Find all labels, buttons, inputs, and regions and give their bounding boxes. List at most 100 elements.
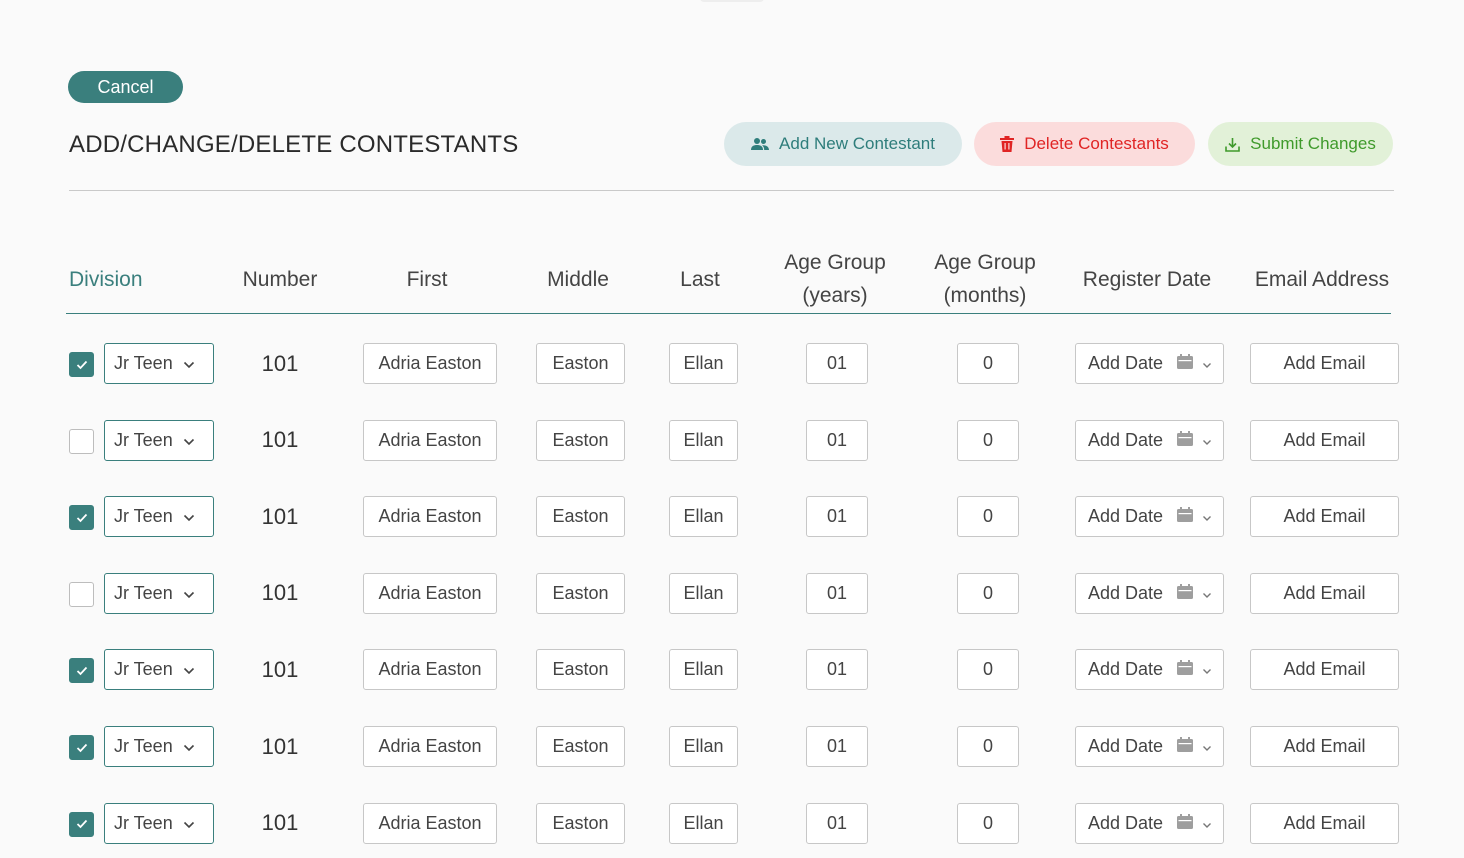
division-select[interactable]: Jr Teen xyxy=(104,649,214,691)
add-email-button[interactable]: Add Email xyxy=(1250,343,1399,384)
register-date-picker[interactable]: Add Date xyxy=(1075,572,1224,614)
cancel-button[interactable]: Cancel xyxy=(68,71,183,103)
register-date-picker[interactable]: Add Date xyxy=(1075,496,1224,538)
chevron-down-icon xyxy=(183,659,195,680)
chevron-down-icon xyxy=(1202,353,1212,374)
add-email-button[interactable]: Add Email xyxy=(1250,726,1399,767)
register-date-picker[interactable]: Add Date xyxy=(1075,649,1224,691)
middle-name-input[interactable]: Easton xyxy=(536,649,625,691)
column-header-division[interactable]: Division xyxy=(69,263,189,296)
middle-name-input[interactable]: Easton xyxy=(536,419,625,461)
contestant-number: 101 xyxy=(261,656,299,682)
first-name-input[interactable]: Adria Easton xyxy=(363,649,497,691)
add-new-contestant-button[interactable]: Add New Contestant xyxy=(724,122,962,166)
age-months-input[interactable]: 0 xyxy=(957,726,1019,767)
register-date-picker[interactable]: Add Date xyxy=(1075,343,1224,384)
last-name-input[interactable]: Ellan xyxy=(669,572,738,614)
age-months-input[interactable]: 0 xyxy=(957,802,1019,844)
middle-name-input[interactable]: Easton xyxy=(536,496,625,538)
age-months-input[interactable]: 0 xyxy=(957,343,1019,384)
register-date-value: Add Date xyxy=(1088,506,1164,527)
column-header-age-years[interactable]: Age Group (years) xyxy=(765,246,905,312)
row-checkbox[interactable] xyxy=(69,658,94,684)
last-name-input[interactable]: Ellan xyxy=(669,496,738,538)
add-new-contestant-label: Add New Contestant xyxy=(779,134,935,153)
column-header-middle[interactable]: Middle xyxy=(528,263,628,296)
first-name-input[interactable]: Adria Easton xyxy=(363,343,497,384)
register-date-picker[interactable]: Add Date xyxy=(1075,419,1224,461)
first-name-input[interactable]: Adria Easton xyxy=(363,496,497,538)
last-name-input[interactable]: Ellan xyxy=(669,419,738,461)
delete-contestants-button[interactable]: Delete Contestants xyxy=(974,122,1195,166)
column-header-age-months-line1: Age Group xyxy=(934,251,1036,274)
age-years-input[interactable]: 01 xyxy=(806,343,868,384)
age-years-input[interactable]: 01 xyxy=(806,726,868,767)
checkmark-icon xyxy=(76,819,87,829)
first-name-input[interactable]: Adria Easton xyxy=(363,419,497,461)
drag-handle xyxy=(700,0,764,2)
middle-name-input[interactable]: Easton xyxy=(536,572,625,614)
column-header-last[interactable]: Last xyxy=(660,263,740,296)
chevron-down-icon xyxy=(183,430,195,451)
division-select[interactable]: Jr Teen xyxy=(104,802,214,844)
age-years-input[interactable]: 01 xyxy=(806,649,868,691)
first-name-input[interactable]: Adria Easton xyxy=(363,572,497,614)
division-value: Jr Teen xyxy=(114,429,173,450)
column-header-register-date[interactable]: Register Date xyxy=(1068,263,1226,296)
chevron-down-icon xyxy=(1202,430,1212,451)
people-icon xyxy=(751,137,770,151)
register-date-picker[interactable]: Add Date xyxy=(1075,802,1224,844)
row-checkbox[interactable] xyxy=(69,735,94,760)
division-select[interactable]: Jr Teen xyxy=(104,726,214,767)
chevron-down-icon xyxy=(183,736,195,757)
first-name-input[interactable]: Adria Easton xyxy=(363,802,497,844)
add-email-button[interactable]: Add Email xyxy=(1250,649,1399,691)
row-checkbox[interactable] xyxy=(69,428,94,454)
row-checkbox[interactable] xyxy=(69,581,94,607)
age-months-input[interactable]: 0 xyxy=(957,496,1019,538)
age-years-input[interactable]: 01 xyxy=(806,419,868,461)
chevron-down-icon xyxy=(1202,583,1212,604)
age-months-input[interactable]: 0 xyxy=(957,649,1019,691)
table-row: Jr Teen 101 Adria Easton Easton Ellan 01… xyxy=(0,496,1464,538)
column-header-first[interactable]: First xyxy=(376,263,478,296)
row-checkbox[interactable] xyxy=(69,811,94,837)
register-date-value: Add Date xyxy=(1088,582,1164,603)
row-checkbox[interactable] xyxy=(69,505,94,531)
chevron-down-icon xyxy=(183,583,195,604)
contestant-number: 101 xyxy=(261,503,299,529)
chevron-down-icon xyxy=(1202,506,1212,527)
age-years-input[interactable]: 01 xyxy=(806,496,868,538)
age-months-input[interactable]: 0 xyxy=(957,419,1019,461)
title-divider xyxy=(69,190,1394,191)
table-row: Jr Teen 101 Adria Easton Easton Ellan 01… xyxy=(0,419,1464,462)
column-header-number[interactable]: Number xyxy=(225,263,335,296)
add-email-button[interactable]: Add Email xyxy=(1250,572,1399,614)
last-name-input[interactable]: Ellan xyxy=(669,343,738,384)
column-header-age-months[interactable]: Age Group (months) xyxy=(915,246,1055,312)
submit-changes-button[interactable]: Submit Changes xyxy=(1208,122,1393,166)
last-name-input[interactable]: Ellan xyxy=(669,726,738,767)
last-name-input[interactable]: Ellan xyxy=(669,649,738,691)
add-email-button[interactable]: Add Email xyxy=(1250,496,1399,538)
age-months-input[interactable]: 0 xyxy=(957,572,1019,614)
middle-name-input[interactable]: Easton xyxy=(536,802,625,844)
register-date-picker[interactable]: Add Date xyxy=(1075,726,1224,767)
add-email-button[interactable]: Add Email xyxy=(1250,419,1399,461)
division-select[interactable]: Jr Teen xyxy=(104,343,214,384)
submit-changes-label: Submit Changes xyxy=(1250,134,1376,153)
division-select[interactable]: Jr Teen xyxy=(104,419,214,461)
middle-name-input[interactable]: Easton xyxy=(536,343,625,384)
age-years-input[interactable]: 01 xyxy=(806,572,868,614)
division-select[interactable]: Jr Teen xyxy=(104,496,214,538)
column-header-email[interactable]: Email Address xyxy=(1240,263,1404,296)
row-checkbox[interactable] xyxy=(69,352,94,377)
table-row: Jr Teen 101 Adria Easton Easton Ellan 01… xyxy=(0,802,1464,845)
division-select[interactable]: Jr Teen xyxy=(104,572,214,614)
age-years-input[interactable]: 01 xyxy=(806,802,868,844)
last-name-input[interactable]: Ellan xyxy=(669,802,738,844)
middle-name-input[interactable]: Easton xyxy=(536,726,625,767)
first-name-input[interactable]: Adria Easton xyxy=(363,726,497,767)
add-email-button[interactable]: Add Email xyxy=(1250,802,1399,844)
trash-icon xyxy=(1000,136,1015,152)
